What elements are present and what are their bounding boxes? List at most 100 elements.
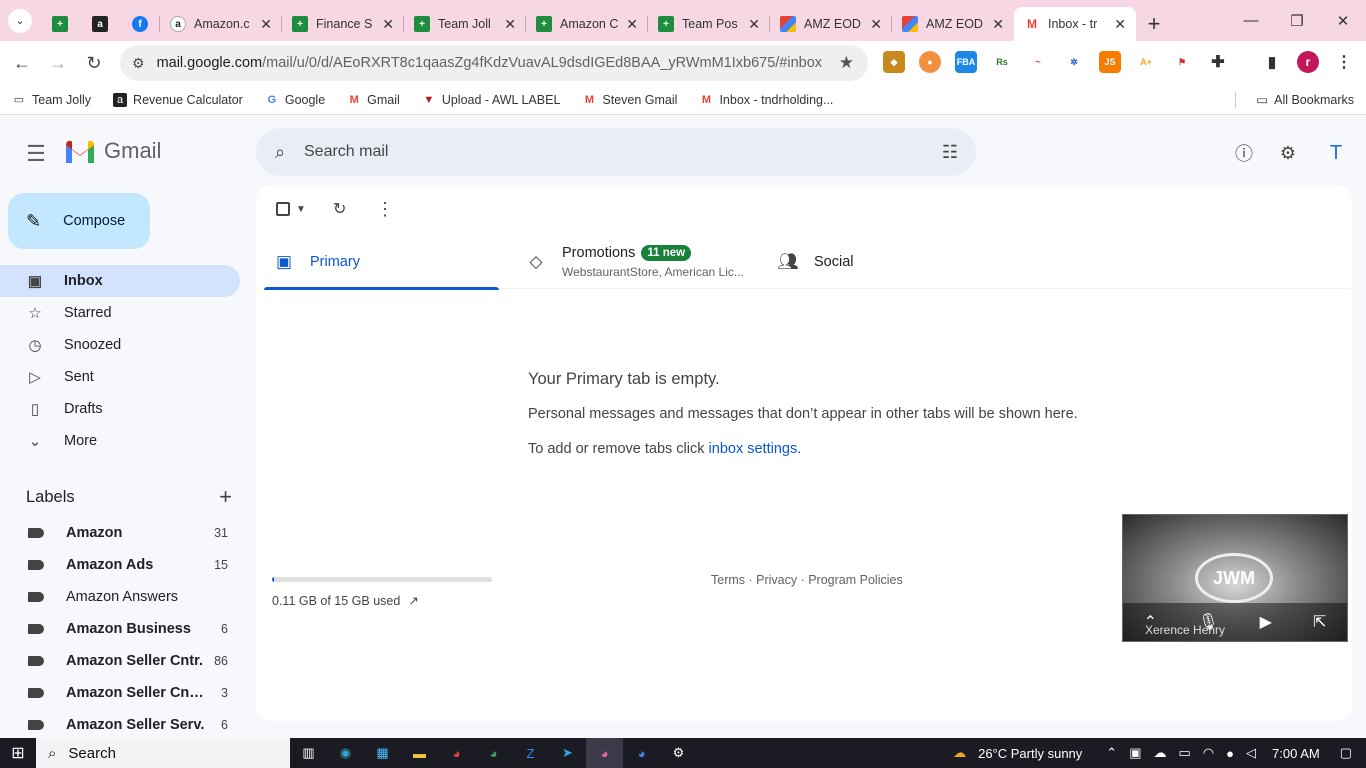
browser-tab[interactable]: + Team Joll ✕ — [404, 7, 526, 41]
tab-social[interactable]: 👥︎ Social — [777, 235, 853, 289]
chrome-icon[interactable]: ◕ — [438, 738, 475, 768]
js-extension-icon[interactable]: JS — [1099, 51, 1121, 73]
label-item[interactable]: Amazon 31 — [0, 517, 240, 549]
windows-start-icon[interactable]: ⊞ — [0, 743, 36, 763]
bookmark-star-icon[interactable]: ★ — [839, 53, 854, 73]
back-button[interactable]: ← — [4, 45, 40, 81]
minimize-button[interactable]: — — [1228, 0, 1274, 41]
profile-avatar[interactable]: r — [1297, 51, 1319, 73]
sidebar-item-more[interactable]: ⌄ More — [0, 425, 240, 457]
close-icon[interactable]: ✕ — [1114, 16, 1126, 33]
camera-icon[interactable]: ▶ — [1260, 612, 1272, 632]
more-options-icon[interactable]: ⋮ — [376, 199, 394, 219]
browser-tab[interactable]: + — [40, 7, 80, 41]
microphone-icon[interactable]: ● — [1226, 746, 1234, 761]
task-view-icon[interactable]: ▥ — [290, 738, 327, 768]
store-icon[interactable]: ▦ — [364, 738, 401, 768]
settings-gear-icon[interactable]: ⚙ — [1274, 139, 1302, 167]
browser-menu-icon[interactable]: ⋮ — [1333, 51, 1355, 73]
wifi-icon[interactable]: ◠ — [1203, 745, 1214, 761]
restore-button[interactable]: ❐ — [1274, 0, 1320, 41]
extension-icon[interactable]: ● — [919, 51, 941, 73]
close-window-button[interactable]: ✕ — [1320, 0, 1366, 41]
chrome-icon[interactable]: ◕ — [475, 738, 512, 768]
edge-icon[interactable]: ◉ — [327, 738, 364, 768]
bookmark-upload-awl[interactable]: ▼ Upload - AWL LABEL — [422, 93, 560, 107]
onedrive-icon[interactable]: ☁ — [1154, 745, 1167, 761]
browser-tab[interactable]: AMZ EOD ✕ — [892, 7, 1014, 41]
account-avatar[interactable]: T — [1320, 137, 1352, 169]
extensions-puzzle-icon[interactable]: ✚ — [1207, 51, 1229, 73]
browser-tab[interactable]: a — [80, 7, 120, 41]
reload-button[interactable]: ↻ — [76, 45, 112, 81]
search-options-icon[interactable]: ☷ — [942, 142, 958, 163]
browser-tab-active[interactable]: M Inbox - tr ✕ — [1014, 7, 1136, 41]
forward-button[interactable]: → — [40, 45, 76, 81]
extension-icon[interactable]: ~ — [1027, 51, 1049, 73]
open-external-icon[interactable]: ↗ — [408, 593, 418, 608]
pop-out-icon[interactable]: ⇱ — [1313, 612, 1326, 632]
side-panel-icon[interactable]: ▮ — [1261, 51, 1283, 73]
label-item[interactable]: Amazon Ads 15 — [0, 549, 240, 581]
bookmark-google[interactable]: G Google — [265, 93, 326, 107]
extension-icon[interactable]: ✲ — [1063, 51, 1085, 73]
zoom-icon[interactable]: Z — [512, 738, 549, 768]
scout-extension-icon[interactable]: A+ — [1135, 51, 1157, 73]
tab-search-button[interactable]: ⌄ — [0, 0, 40, 41]
settings-gear-icon[interactable]: ⚙ — [660, 738, 697, 768]
bookmark-team-jolly[interactable]: ▭ Team Jolly — [12, 93, 91, 107]
label-item[interactable]: Amazon Answers — [0, 581, 240, 613]
close-icon[interactable]: ✕ — [870, 16, 882, 33]
video-call-window[interactable]: JWM ⌃ 🎙︎ ▶ ⇱ Xerence Henry — [1122, 514, 1348, 642]
compose-button[interactable]: ✎ Compose — [8, 193, 150, 249]
extension-icon[interactable]: ◆ — [883, 51, 905, 73]
main-menu-icon[interactable]: ☰ — [20, 138, 52, 170]
site-info-icon[interactable]: ⚙ — [132, 55, 145, 72]
close-icon[interactable]: ✕ — [260, 16, 272, 33]
label-item[interactable]: Amazon Business 6 — [0, 613, 240, 645]
search-input[interactable]: Search mail — [304, 143, 388, 161]
inbox-settings-link[interactable]: inbox settings — [709, 441, 798, 457]
weather-text[interactable]: 26°C Partly sunny — [978, 746, 1082, 761]
alert-extension-icon[interactable]: ⚑ — [1171, 51, 1193, 73]
search-bar[interactable]: ⌕ Search mail ☷ — [256, 128, 976, 176]
file-explorer-icon[interactable]: ▬ — [401, 738, 438, 768]
fba-extension-icon[interactable]: FBA — [955, 51, 977, 73]
gmail-logo[interactable]: Gmail — [64, 138, 161, 164]
create-label-icon[interactable]: + — [219, 484, 232, 510]
new-tab-button[interactable]: + — [1136, 7, 1172, 41]
bookmark-gmail[interactable]: M Gmail — [347, 93, 400, 107]
tray-app-icon[interactable]: ▣ — [1129, 745, 1141, 761]
clock-time[interactable]: 7:00 AM — [1272, 746, 1320, 761]
browser-tab[interactable]: f — [120, 7, 160, 41]
chevron-up-icon[interactable]: ⌃ — [1106, 745, 1117, 761]
label-item[interactable]: Amazon Seller Cntr. 86 — [0, 645, 240, 677]
chrome-icon[interactable]: ◕ — [623, 738, 660, 768]
sidebar-item-drafts[interactable]: ▯ Drafts — [0, 393, 240, 425]
chrome-icon[interactable]: ◕ — [586, 738, 623, 768]
sidebar-item-sent[interactable]: ▷ Sent — [0, 361, 240, 393]
telegram-icon[interactable]: ➤ — [549, 738, 586, 768]
label-item[interactable]: Amazon Seller Cntr... 3 — [0, 677, 240, 709]
sidebar-item-inbox[interactable]: ▣ Inbox — [0, 265, 240, 297]
tab-promotions[interactable]: ◇ Promotions 11 new WebstaurantStore, Am… — [526, 235, 744, 289]
notifications-icon[interactable]: ▢ — [1340, 745, 1352, 761]
close-icon[interactable]: ✕ — [382, 16, 394, 33]
browser-tab[interactable]: + Finance S ✕ — [282, 7, 404, 41]
browser-tab[interactable]: + Team Pos ✕ — [648, 7, 770, 41]
bookmark-revenue-calculator[interactable]: a Revenue Calculator — [113, 92, 243, 107]
close-icon[interactable]: ✕ — [748, 16, 760, 33]
sidebar-item-snoozed[interactable]: ◷ Snoozed — [0, 329, 240, 361]
browser-tab[interactable]: AMZ EOD ✕ — [770, 7, 892, 41]
bookmark-inbox-tndr[interactable]: M Inbox - tndrholding... — [699, 93, 834, 107]
rs-extension-icon[interactable]: Rs — [991, 51, 1013, 73]
taskbar-search[interactable]: ⌕ Search — [36, 738, 290, 768]
address-bar[interactable]: ⚙ mail.google.com/mail/u/0/d/AEoRXRT8c1q… — [120, 45, 868, 81]
search-icon[interactable]: ⌕ — [256, 142, 304, 163]
all-bookmarks-button[interactable]: ▭ All Bookmarks — [1256, 92, 1354, 108]
battery-icon[interactable]: ▭ — [1179, 745, 1191, 761]
label-item[interactable]: Amazon Seller Serv. 6 — [0, 709, 240, 737]
select-all-checkbox[interactable]: ▼ — [276, 199, 306, 219]
browser-tab[interactable]: + Amazon C ✕ — [526, 7, 648, 41]
bookmark-steven-gmail[interactable]: M Steven Gmail — [582, 93, 678, 107]
